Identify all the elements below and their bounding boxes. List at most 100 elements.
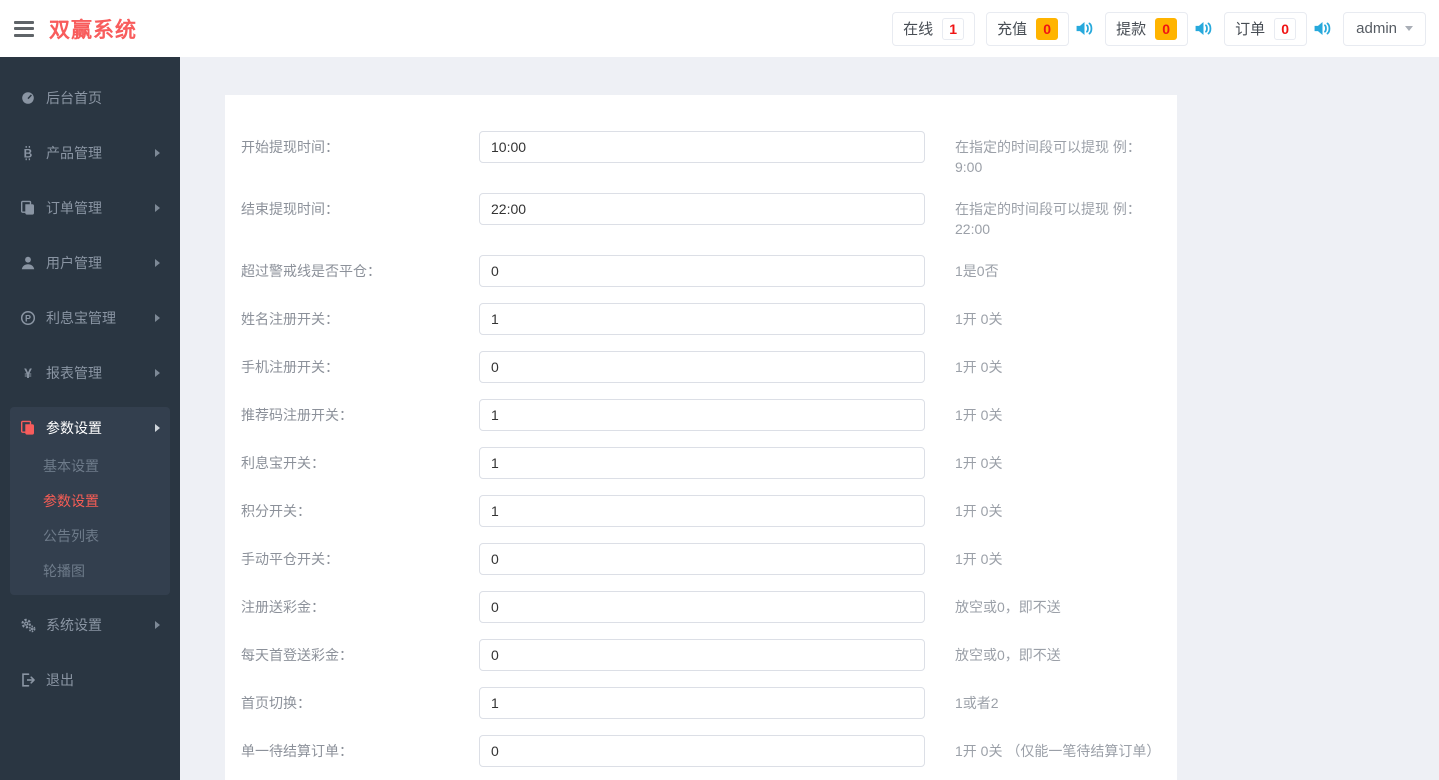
name-register-switch-input[interactable] — [479, 303, 925, 335]
referral-register-switch-label: 推荐码注册开关： — [241, 407, 353, 423]
stat-withdraw[interactable]: 提款 0 — [1105, 11, 1189, 46]
stat-online[interactable]: 在线 1 — [892, 11, 976, 46]
referral-register-switch-input[interactable] — [479, 399, 925, 431]
daily-login-bonus-input[interactable] — [479, 639, 925, 671]
stat-unit-withdraw: 提款 0 — [1105, 11, 1213, 46]
sidebar-item-label: 产品管理 — [46, 144, 102, 161]
header-left: 双赢系统 — [0, 14, 137, 44]
top-header: 双赢系统 在线 1 充值 0 提款 0 订单 0 admin — [0, 0, 1439, 57]
interest-switch-input[interactable] — [479, 447, 925, 479]
sidebar-item-label: 报表管理 — [46, 364, 102, 381]
menu-toggle-icon[interactable] — [14, 20, 36, 37]
gears-icon — [20, 617, 36, 633]
sidebar-item-users[interactable]: 用户管理 — [0, 235, 180, 290]
screen: 双赢系统 在线 1 充值 0 提款 0 订单 0 admin 后台首页 B 产品… — [0, 0, 1439, 780]
sidebar-nav: 后台首页 B 产品管理 订单管理 用户管理 P 利息宝管理 ¥ 报表管理 参数设… — [0, 57, 180, 707]
homepage-toggle-hint: 1或者2 — [955, 695, 999, 711]
name-register-switch-label: 姓名注册开关： — [241, 311, 339, 327]
settings-form-card: 开始提现时间： 在指定的时间段可以提现 例： 9:00 结束提现时间： 在指定的… — [225, 95, 1177, 780]
caret-right-icon — [155, 424, 160, 432]
phone-register-switch-label: 手机注册开关： — [241, 359, 339, 375]
phone-register-switch-input[interactable] — [479, 351, 925, 383]
stat-orders-label: 订单 — [1235, 21, 1266, 38]
header-right: 在线 1 充值 0 提款 0 订单 0 admin — [892, 11, 1439, 46]
submenu-item-param-settings[interactable]: 参数设置 — [10, 484, 170, 519]
single-pending-order-label: 单一待结算订单： — [241, 743, 353, 759]
sidebar-item-params[interactable]: 参数设置 — [10, 407, 170, 449]
points-switch-label: 积分开关： — [241, 503, 311, 519]
caret-right-icon — [155, 620, 160, 629]
force-liquidation-label: 超过警戒线是否平仓： — [241, 263, 381, 279]
copy-pages-icon — [20, 200, 36, 216]
register-bonus-input[interactable] — [479, 591, 925, 623]
homepage-toggle-label: 首页切换： — [241, 695, 311, 711]
form-row-end-withdraw-time: 结束提现时间： 在指定的时间段可以提现 例： 22:00 — [241, 193, 1167, 239]
copy-pages-icon — [20, 420, 36, 436]
points-switch-input[interactable] — [479, 495, 925, 527]
caret-right-icon — [155, 368, 160, 377]
sidebar-item-reports[interactable]: ¥ 报表管理 — [0, 345, 180, 400]
sidebar-group-params: 参数设置 基本设置 参数设置 公告列表 轮播图 — [10, 407, 170, 595]
speaker-icon[interactable] — [1194, 20, 1213, 37]
points-switch-hint: 1开 0关 — [955, 503, 1003, 519]
stat-orders[interactable]: 订单 0 — [1224, 11, 1308, 46]
form-row-register-bonus: 注册送彩金： 放空或0，即不送 — [241, 591, 1167, 623]
speaker-icon[interactable] — [1313, 20, 1332, 37]
end-withdraw-time-input[interactable] — [479, 193, 925, 225]
sidebar-item-interest[interactable]: P 利息宝管理 — [0, 290, 180, 345]
force-liquidation-hint: 1是0否 — [955, 263, 999, 279]
single-pending-order-input[interactable] — [479, 735, 925, 767]
speaker-icon[interactable] — [1075, 20, 1094, 37]
form-row-referral-register-switch: 推荐码注册开关： 1开 0关 — [241, 399, 1167, 431]
force-liquidation-input[interactable] — [479, 255, 925, 287]
sidebar-item-system[interactable]: 系统设置 — [0, 597, 180, 652]
sidebar-item-dashboard[interactable]: 后台首页 — [0, 70, 180, 125]
app-logo: 双赢系统 — [49, 18, 137, 42]
main-content: 开始提现时间： 在指定的时间段可以提现 例： 9:00 结束提现时间： 在指定的… — [180, 57, 1439, 780]
dashboard-gauge-icon — [20, 90, 36, 106]
form-row-interest-switch: 利息宝开关： 1开 0关 — [241, 447, 1167, 479]
circle-p-icon: P — [20, 310, 36, 326]
stat-withdraw-value: 0 — [1155, 17, 1178, 40]
manual-liquidation-switch-input[interactable] — [479, 543, 925, 575]
daily-login-bonus-hint: 放空或0，即不送 — [955, 647, 1061, 663]
user-icon — [20, 255, 36, 271]
submenu-item-basic-settings[interactable]: 基本设置 — [10, 449, 170, 484]
sidebar-item-label: 系统设置 — [46, 616, 102, 633]
start-withdraw-time-hint: 在指定的时间段可以提现 例： 9:00 — [955, 139, 1141, 175]
form-row-points-switch: 积分开关： 1开 0关 — [241, 495, 1167, 527]
stat-recharge[interactable]: 充值 0 — [986, 11, 1070, 46]
form-row-phone-register-switch: 手机注册开关： 1开 0关 — [241, 351, 1167, 383]
stat-recharge-label: 充值 — [997, 21, 1028, 38]
stat-recharge-value: 0 — [1036, 17, 1059, 40]
sidebar-item-label: 退出 — [46, 671, 74, 688]
form-row-force-liquidation: 超过警戒线是否平仓： 1是0否 — [241, 255, 1167, 287]
end-withdraw-time-label: 结束提现时间： — [241, 201, 339, 217]
homepage-toggle-input[interactable] — [479, 687, 925, 719]
stat-online-value: 1 — [942, 17, 965, 40]
user-name: admin — [1356, 20, 1397, 37]
caret-down-icon — [1405, 26, 1413, 31]
caret-right-icon — [155, 148, 160, 157]
sidebar-item-label: 参数设置 — [46, 420, 102, 436]
submenu-item-carousel[interactable]: 轮播图 — [10, 554, 170, 589]
stat-unit-recharge: 充值 0 — [986, 11, 1094, 46]
stat-online-label: 在线 — [903, 21, 934, 38]
manual-liquidation-switch-label: 手动平仓开关： — [241, 551, 339, 567]
caret-right-icon — [155, 203, 160, 212]
sidebar-item-label: 订单管理 — [46, 199, 102, 216]
sidebar-item-logout[interactable]: 退出 — [0, 652, 180, 707]
register-bonus-hint: 放空或0，即不送 — [955, 599, 1061, 615]
interest-switch-hint: 1开 0关 — [955, 455, 1003, 471]
form-row-manual-liquidation-switch: 手动平仓开关： 1开 0关 — [241, 543, 1167, 575]
sidebar-item-orders[interactable]: 订单管理 — [0, 180, 180, 235]
form-row-homepage-toggle: 首页切换： 1或者2 — [241, 687, 1167, 719]
start-withdraw-time-input[interactable] — [479, 131, 925, 163]
single-pending-order-hint: 1开 0关 （仅能一笔待结算订单） — [955, 743, 1161, 759]
stat-unit-orders: 订单 0 — [1224, 11, 1332, 46]
form-row-daily-login-bonus: 每天首登送彩金： 放空或0，即不送 — [241, 639, 1167, 671]
sidebar-item-products[interactable]: B 产品管理 — [0, 125, 180, 180]
submenu-item-announcements[interactable]: 公告列表 — [10, 519, 170, 554]
name-register-switch-hint: 1开 0关 — [955, 311, 1003, 327]
user-menu-dropdown[interactable]: admin — [1343, 11, 1426, 46]
